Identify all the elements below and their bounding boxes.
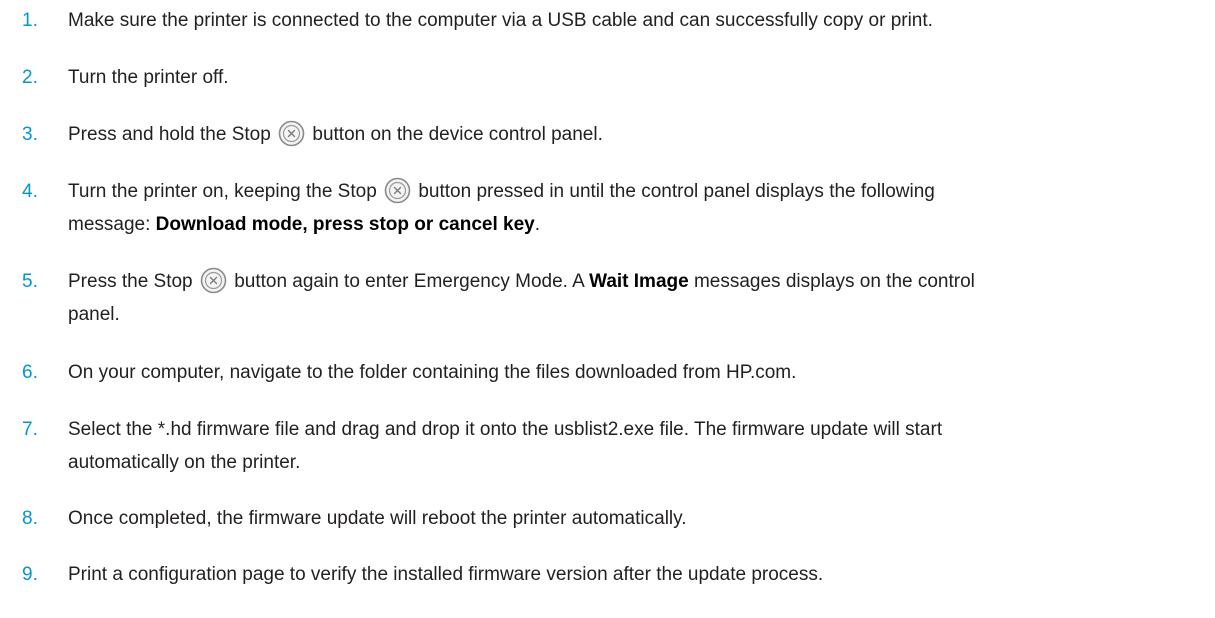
step-text: Once completed, the firmware update will… (68, 502, 1203, 535)
step-text: On your computer, navigate to the folder… (68, 356, 1203, 389)
procedure-steps: 1. Make sure the printer is connected to… (0, 0, 1215, 618)
control-panel-message: Download mode, press stop or cancel key (155, 214, 535, 235)
step-text: Print a configuration page to verify the… (68, 558, 1203, 591)
step-number: 1. (22, 10, 38, 31)
step-number: 7. (22, 419, 38, 440)
step-number: 2. (22, 67, 38, 88)
step-text: Press and hold the Stop button on the de… (68, 118, 1203, 151)
wait-image-message: Wait Image (589, 271, 689, 292)
step-text: Turn the printer off. (68, 61, 1203, 94)
stop-x-circle-icon (200, 267, 227, 294)
step-3-text-after-icon: button on the device control panel. (312, 124, 603, 145)
step-number: 6. (22, 362, 38, 383)
step-4-line2-suffix: . (534, 214, 540, 235)
stop-x-circle-icon (384, 177, 411, 204)
step-number: 9. (22, 564, 38, 585)
step-7-text: Select the *.hd firmware file and drag a… (68, 419, 943, 440)
step-5-text-tail: messages displays on the control (688, 271, 975, 292)
step-text: Make sure the printer is connected to th… (68, 4, 1203, 37)
step-number: 5. (22, 271, 38, 292)
step-1-text: Make sure the printer is connected to th… (68, 10, 933, 31)
step-number: 4. (22, 181, 38, 202)
step-text: Select the *.hd firmware file and drag a… (68, 413, 1203, 479)
step-4-text-before-icon: Turn the printer on, keeping the Stop (68, 181, 377, 202)
step-number: 3. (22, 124, 38, 145)
step-8-text: Once completed, the firmware update will… (68, 508, 687, 529)
stop-x-circle-icon (278, 120, 305, 147)
step-9-text: Print a configuration page to verify the… (68, 564, 824, 585)
step-text: Press the Stop button again to enter Eme… (68, 265, 1203, 331)
step-5-text-after-icon: button again to enter Emergency Mode. A (234, 271, 590, 292)
step-text: Turn the printer on, keeping the Stop bu… (68, 175, 1203, 241)
step-5-text-before-icon: Press the Stop (68, 271, 193, 292)
step-6-text: On your computer, navigate to the folder… (68, 362, 797, 383)
step-7-line2: automatically on the printer. (68, 452, 301, 473)
step-4-line2-prefix: message: (68, 214, 156, 235)
step-number: 8. (22, 508, 38, 529)
step-2-text: Turn the printer off. (68, 67, 229, 88)
step-4-text-after-icon: button pressed in until the control pane… (418, 181, 935, 202)
step-5-line2: panel. (68, 304, 120, 325)
step-3-text-before-icon: Press and hold the Stop (68, 124, 271, 145)
